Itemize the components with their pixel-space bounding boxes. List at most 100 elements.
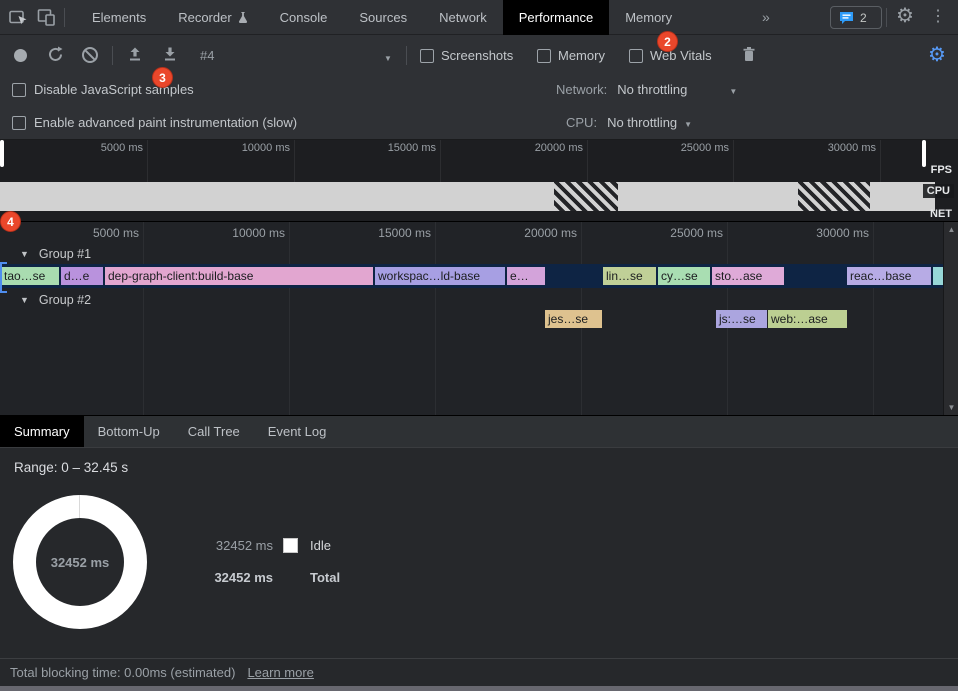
timeline-bar[interactable]: workspac…ld-base [375,267,505,285]
timeline-bar[interactable] [933,267,943,285]
tab-label: Network [439,1,487,35]
issues-count: 2 [860,11,867,25]
annotation-badge-2: 2 [657,31,678,52]
timeline-bar[interactable]: web:…ase [768,310,847,328]
overview-left-handle[interactable] [0,140,4,167]
cpu-busy-hatch [554,182,618,211]
timeline-scrollbar[interactable] [943,222,958,415]
paint-instrumentation-checkbox[interactable] [12,116,26,130]
timeline-bar[interactable]: cy…se [658,267,710,285]
timeline-bar[interactable]: jes…se [545,310,602,328]
trash-icon[interactable] [741,46,757,64]
tab-memory[interactable]: Memory [609,0,688,35]
save-profile-icon[interactable] [162,46,178,64]
group-header-2[interactable]: Group #2 [20,293,91,307]
timeline-bar[interactable]: e… [507,267,545,285]
devtools-tab-strip: Elements RecorderConsoleSources Network Per… [76,0,688,35]
devtools-tabbar: Elements RecorderConsoleSources Network Per… [0,0,958,35]
history-caret-icon[interactable] [384,49,392,64]
timeline-bar[interactable]: reac…base [847,267,931,285]
summary-pane: Range: 0 – 32.45 s 32452 ms 32452 msIdle… [0,448,958,658]
network-throttling-value[interactable]: No throttling [617,82,687,97]
overview-tick-label: 15000 ms [366,142,436,154]
group-label: Group #2 [39,293,91,307]
details-tab-bottom-up[interactable]: Bottom-Up [84,416,174,447]
timeline-bar[interactable]: sto…ase [712,267,784,285]
disable-js-samples-checkbox[interactable] [12,83,26,97]
settings-gear-icon[interactable] [896,3,914,28]
kebab-menu-icon[interactable] [930,6,946,26]
network-caret-icon[interactable] [729,82,737,97]
lane-label-net: NET [930,208,952,220]
learn-more-link[interactable]: Learn more [247,665,313,680]
timeline-tick-label: 10000 ms [205,226,285,240]
timeline-gridline [435,222,436,415]
timeline-tick-label: 20000 ms [497,226,577,240]
legend-value: 32452 ms [178,570,273,585]
chat-bubble-icon [839,11,854,24]
tab-performance[interactable]: Performance [503,0,609,35]
tab-sources[interactable]: Sources [343,0,423,35]
paint-instrumentation-row: Enable advanced paint instrumentation (s… [12,115,297,130]
load-profile-icon[interactable] [127,46,143,64]
device-toolbar-icon[interactable] [36,7,56,27]
timeline-bar[interactable]: tao…se [1,267,59,285]
statusbar: Total blocking time: 0.00ms (estimated) … [0,658,958,686]
timeline-gridline [873,222,874,415]
overview-gridline [880,140,881,182]
history-select-value[interactable]: #4 [200,48,214,63]
cpu-caret-icon[interactable] [684,115,692,130]
checkbox-box[interactable] [629,49,643,63]
toolbar-checkbox-screenshots[interactable]: Screenshots [420,48,513,63]
divider [112,46,113,65]
clear-icon[interactable] [82,47,98,63]
scroll-up-icon[interactable] [944,225,958,234]
summary-donut-chart: 32452 ms [13,495,147,629]
flame-chart[interactable]: 5000 ms10000 ms15000 ms20000 ms25000 ms3… [0,222,958,415]
overview-right-handle[interactable] [922,140,926,167]
overview-tick-label: 20000 ms [513,142,583,154]
timeline-bar[interactable]: dep-graph-client:build-base [105,267,373,285]
tab-elements[interactable]: Elements [76,0,162,35]
timeline-bar[interactable]: d…e [61,267,103,285]
cpu-throttling-value[interactable]: No throttling [607,115,677,130]
overview-gridline [147,140,148,182]
toolbar-checkbox-memory[interactable]: Memory [537,48,605,63]
annotation-badge-4: 4 [0,211,21,232]
issues-button[interactable]: 2 [830,6,882,29]
checkbox-label: Screenshots [441,48,513,63]
network-label: Network: [556,82,607,97]
tab-label: Memory [625,1,672,35]
divider [64,8,65,27]
checkbox-box[interactable] [537,49,551,63]
tab-recorder[interactable]: Recorder [162,0,263,35]
capture-settings-gear-icon[interactable] [928,42,946,67]
inspect-element-icon[interactable] [8,7,28,27]
tab-label: Elements [92,1,146,35]
details-tab-summary[interactable]: Summary [0,416,84,447]
timeline-overview[interactable]: 5000 ms10000 ms15000 ms20000 ms25000 ms3… [0,140,958,222]
checkbox-box[interactable] [420,49,434,63]
timeline-bar[interactable]: js:…se [716,310,767,328]
reload-and-record-icon[interactable] [47,46,63,64]
scroll-down-icon[interactable] [944,403,958,412]
cpu-label: CPU: [566,115,597,130]
overview-gridline [733,140,734,182]
legend-value: 32452 ms [178,538,273,553]
lane-label-fps: FPS [931,164,952,176]
cpu-throttling-control: CPU: No throttling [566,115,692,130]
tab-console[interactable]: Console [264,0,344,35]
timeline-tick-label: 5000 ms [59,226,139,240]
paint-instrumentation-label: Enable advanced paint instrumentation (s… [34,115,297,130]
tab-network[interactable]: Network [423,0,503,35]
details-tab-event-log[interactable]: Event Log [254,416,341,447]
group-header-1[interactable]: Group #1 [20,247,91,261]
timeline-tick-label: 15000 ms [351,226,431,240]
timeline-tick-label: 25000 ms [643,226,723,240]
more-tabs-chevron[interactable]: » [762,0,770,34]
donut-total-label: 32452 ms [13,495,147,629]
record-button[interactable] [14,49,27,62]
timeline-bar[interactable]: lin…se [603,267,656,285]
details-tab-call-tree[interactable]: Call Tree [174,416,254,447]
legend-label: Total [310,570,340,585]
